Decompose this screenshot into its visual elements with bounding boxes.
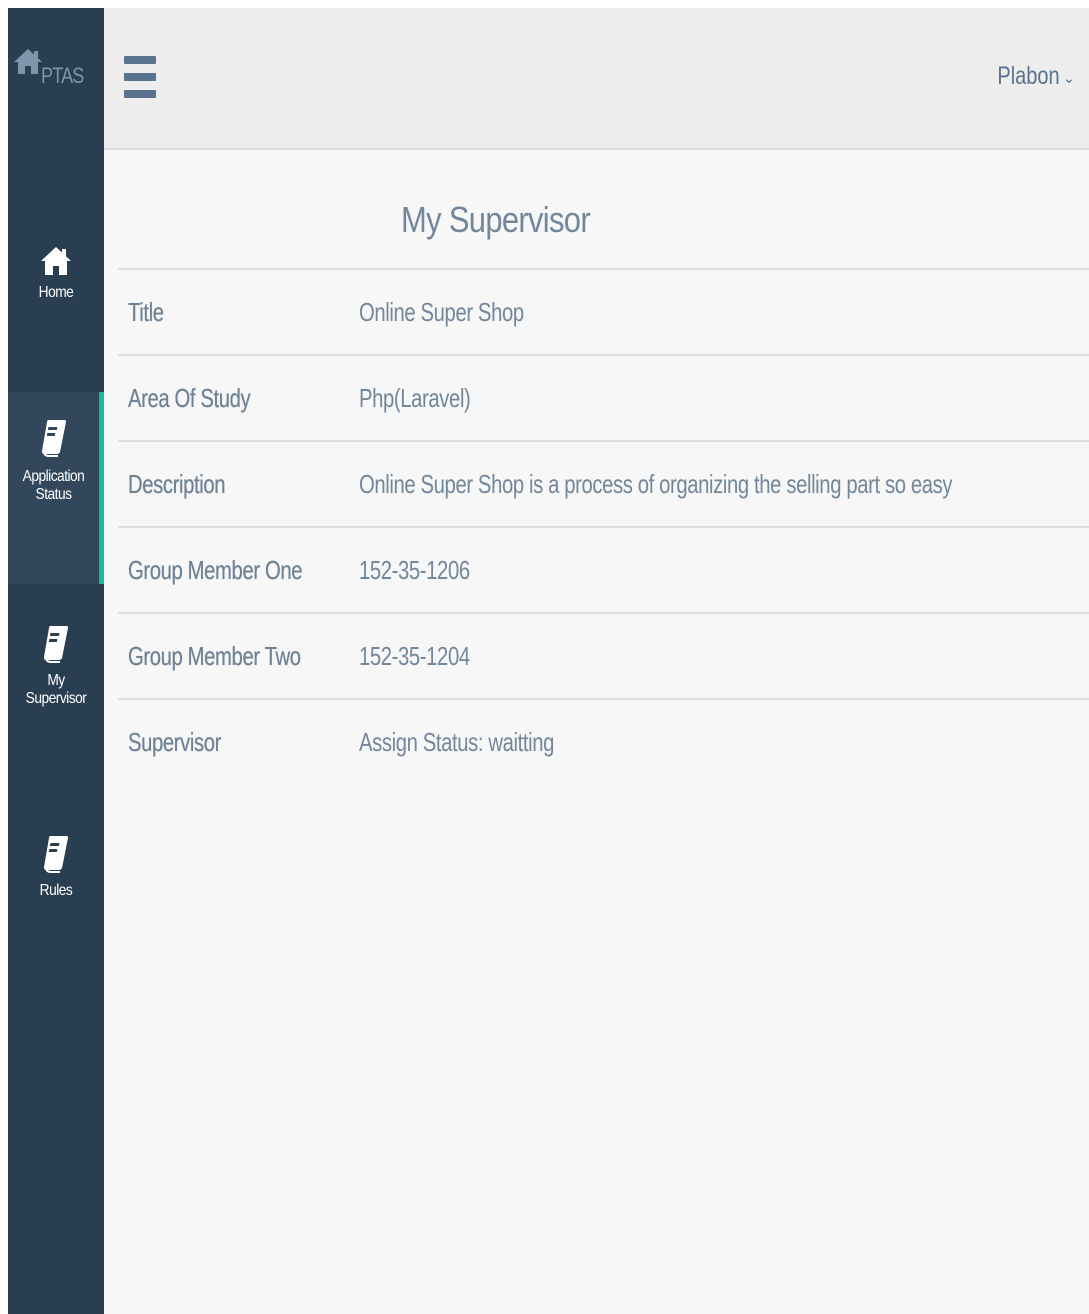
row-value: Online Super Shop <box>359 296 524 327</box>
main-content: My Supervisor Title Online Super Shop Ar… <box>118 198 1089 785</box>
row-value: 152-35-1204 <box>359 640 470 671</box>
page-title: My Supervisor <box>401 199 591 240</box>
sidebar: PTAS Home Application Status My Supervis… <box>8 8 104 1314</box>
row-value: Online Super Shop is a process of organi… <box>359 468 953 499</box>
row-value: Assign Status: waitting <box>359 727 555 757</box>
brand-logo[interactable]: PTAS <box>8 8 104 148</box>
supervisor-details-table: Title Online Super Shop Area Of Study Ph… <box>118 268 1089 785</box>
row-label: Group Member Two <box>128 640 301 671</box>
home-icon <box>14 49 42 74</box>
sidebar-item-label: Home <box>38 284 74 301</box>
home-icon <box>41 247 71 275</box>
table-row: Description Online Super Shop is a proce… <box>118 440 1089 527</box>
user-menu[interactable]: Plabon ⌄ <box>997 62 1075 91</box>
table-row: Supervisor Assign Status: waitting <box>118 698 1089 785</box>
row-label: Supervisor <box>128 727 222 757</box>
sidebar-item-label: Rules <box>39 882 73 899</box>
sidebar-item-my-supervisor[interactable]: My Supervisor <box>8 624 104 707</box>
row-label: Area Of Study <box>128 382 251 413</box>
sidebar-item-label: Status <box>35 486 72 503</box>
hamburger-menu-icon[interactable] <box>124 56 156 98</box>
table-row: Group Member One 152-35-1206 <box>118 526 1089 613</box>
sidebar-item-label: Supervisor <box>25 690 87 707</box>
row-label: Title <box>128 296 164 327</box>
row-label: Description <box>128 468 226 499</box>
book-icon <box>41 420 66 457</box>
chevron-down-icon: ⌄ <box>1062 70 1075 87</box>
app-frame: PTAS Home Application Status My Supervis… <box>8 8 1089 1314</box>
table-row: Area Of Study Php(Laravel) <box>118 354 1089 441</box>
sidebar-item-home[interactable]: Home <box>8 246 104 310</box>
table-row: Title Online Super Shop <box>118 268 1089 355</box>
sidebar-item-rules[interactable]: Rules <box>8 834 104 908</box>
row-label: Group Member One <box>128 554 303 585</box>
brand-name: PTAS <box>41 63 84 88</box>
top-navbar: Plabon ⌄ <box>104 8 1089 150</box>
user-name: Plabon <box>997 62 1060 90</box>
sidebar-item-application-status[interactable]: Application Status <box>8 392 104 584</box>
table-row: Group Member Two 152-35-1204 <box>118 612 1089 699</box>
row-value: Php(Laravel) <box>359 382 471 413</box>
row-value: 152-35-1206 <box>359 554 470 585</box>
book-icon <box>44 836 68 873</box>
book-icon <box>44 626 68 663</box>
